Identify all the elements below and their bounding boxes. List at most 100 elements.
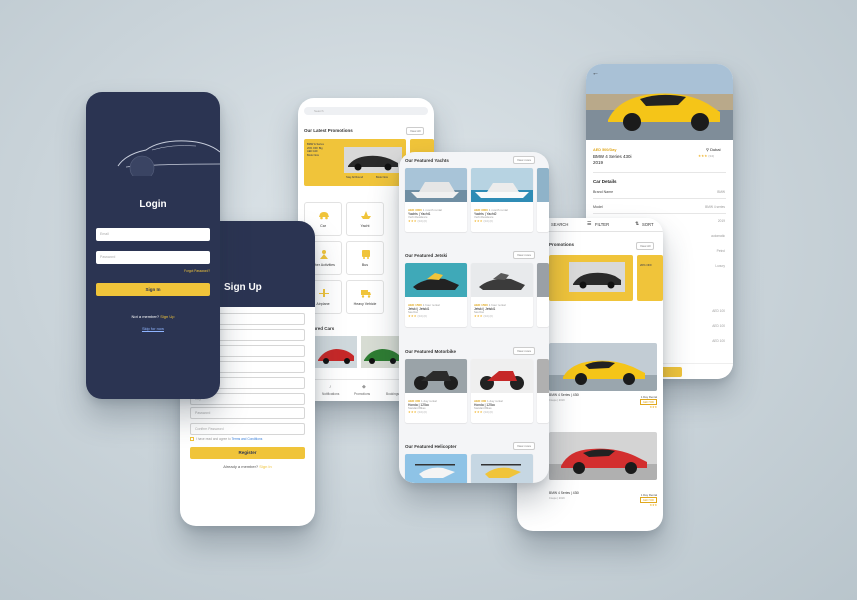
detail-row-value: automatic xyxy=(711,234,725,238)
password-input[interactable]: Password xyxy=(96,251,210,264)
sports-car-image xyxy=(344,147,402,173)
category-label: Heavy Vehicle xyxy=(353,302,377,306)
already-member-row: Already a member? Sign In xyxy=(180,464,315,469)
card-stars-value: ★★★ xyxy=(474,410,483,414)
listing-card-peek[interactable] xyxy=(537,168,549,232)
divider xyxy=(593,198,726,199)
card-stars-value: ★★★ xyxy=(408,219,417,223)
detail-stars: ★★★ xyxy=(698,154,708,158)
activities-icon xyxy=(320,250,328,259)
result-car-image[interactable] xyxy=(549,432,657,480)
listing-card[interactable]: AED 300 1 day rental Honda | 125cc Stand… xyxy=(405,359,467,423)
nav-bookings[interactable]: Bookings xyxy=(386,392,399,396)
divider xyxy=(593,172,726,173)
card-stars: ★★★ (3.0) (0) xyxy=(405,410,467,414)
yacht-icon xyxy=(361,211,371,219)
nav-bell-icon[interactable]: ♪ xyxy=(329,384,332,390)
promo-cta-2[interactable]: Book Now xyxy=(376,176,388,179)
card-rating: (3.0) (0) xyxy=(483,411,493,414)
promo-cta-1[interactable]: Stay All Round xyxy=(346,176,363,179)
login-screen: Login Email Password Forgot Password? Si… xyxy=(86,92,220,399)
listing-card[interactable]: AED 3000 1 month rental Yachts | Yacht2 … xyxy=(471,168,533,232)
forgot-password-link[interactable]: Forgot Password? xyxy=(96,269,210,273)
featured-car-image[interactable] xyxy=(361,336,403,368)
card-stars: ★★★ (3.0) (0) xyxy=(405,219,467,223)
detail-row-value: 2019 xyxy=(717,219,725,223)
listing-card-peek[interactable] xyxy=(537,359,549,423)
sign-in-button[interactable]: Sign In xyxy=(96,283,210,296)
password-field[interactable]: Password xyxy=(190,407,305,419)
card-rating: (3.0) (0) xyxy=(417,411,427,414)
nav-notifications[interactable]: Notifications xyxy=(322,392,339,396)
login-title: Login xyxy=(139,199,167,210)
result-car-image[interactable] xyxy=(549,343,657,391)
not-member-text: Not a member? xyxy=(131,314,160,319)
promo-banner[interactable]: BMW & Series 20% OFF Big AED 449 Book No… xyxy=(304,139,406,186)
view-all-button[interactable]: View All xyxy=(636,242,655,250)
jetski-image xyxy=(471,263,533,297)
search-input[interactable]: Search xyxy=(304,107,428,115)
filter-icon[interactable]: ☰ xyxy=(587,221,591,227)
filter-button[interactable]: FILTER xyxy=(595,222,609,227)
listing-card-peek[interactable] xyxy=(537,263,549,327)
card-rating: (3.0) (0) xyxy=(417,315,427,318)
skip-link[interactable]: Skip for now xyxy=(86,326,220,331)
category-bus[interactable]: Bus xyxy=(346,241,384,275)
detail-car-year: 2019 xyxy=(593,160,604,165)
view-more-button[interactable]: View more xyxy=(513,442,536,450)
detail-row-value: AED 100 xyxy=(712,339,725,343)
detail-row-value: Luxury xyxy=(715,264,725,268)
featured-car-image[interactable] xyxy=(315,336,357,368)
confirm-password-field[interactable]: Confirm Password xyxy=(190,423,305,435)
terms-checkbox[interactable] xyxy=(190,437,194,442)
nav-tag-icon[interactable]: ◆ xyxy=(362,384,366,390)
result-tag: 1 Day Rental AED 500 ★★★ xyxy=(639,395,657,409)
listing-card[interactable]: AED 300 1 day rental Honda | 125cc Stand… xyxy=(471,359,533,423)
terms-text: I have read and agree to xyxy=(196,437,231,441)
category-label: Yacht xyxy=(360,224,370,228)
listing-card[interactable] xyxy=(405,454,467,483)
view-more-button[interactable]: View more xyxy=(513,156,536,164)
detail-row-label: Brand Name xyxy=(593,190,614,194)
detail-row-value: Petrol xyxy=(716,249,725,253)
car-icon xyxy=(319,212,329,220)
airplane-icon xyxy=(319,289,329,297)
listing-card[interactable]: AED 3000 1 month rental Yachts | Yacht1 … xyxy=(405,168,467,232)
view-more-button[interactable]: View more xyxy=(513,347,536,355)
view-all-button[interactable]: View All xyxy=(406,127,425,135)
sort-icon[interactable]: ⇅ xyxy=(635,221,639,227)
card-stars: ★★★ (3.0) (0) xyxy=(471,410,533,414)
promotions-heading: Our Latest Promotions xyxy=(304,128,353,133)
listing-card[interactable] xyxy=(471,454,533,483)
sort-button[interactable]: SORT xyxy=(642,222,654,227)
helicopter-image xyxy=(405,454,467,483)
result-stars: ★★★ xyxy=(649,503,657,507)
category-yacht[interactable]: Yacht xyxy=(346,202,384,236)
detail-row-value: AED 100 xyxy=(712,309,725,313)
image-carousel-dots[interactable] xyxy=(634,133,674,151)
detail-row-value: BMW 4 series xyxy=(705,205,725,209)
signin-link[interactable]: Sign In xyxy=(259,464,271,469)
promo-banner[interactable] xyxy=(549,255,633,301)
view-more-button[interactable]: View more xyxy=(513,251,536,259)
email-input[interactable]: Email xyxy=(96,228,210,241)
card-stars: ★★★ (3.0) (0) xyxy=(471,219,533,223)
nav-promotions[interactable]: Promotions xyxy=(354,392,370,396)
search-button[interactable]: SEARCH xyxy=(551,222,568,227)
detail-location: ⚲ Dubai xyxy=(706,147,721,152)
listing-card[interactable]: AED 1500 1 hour rental Jetski | Jetski1 … xyxy=(405,263,467,327)
yacht-image xyxy=(471,168,533,202)
terms-link[interactable]: Terms and Conditions xyxy=(232,437,263,441)
register-button[interactable]: Register xyxy=(190,447,305,459)
signup-title: Sign Up xyxy=(224,282,262,293)
card-stars-value: ★★★ xyxy=(474,314,483,318)
sign-up-link[interactable]: Sign Up xyxy=(160,314,174,319)
card-stars-value: ★★★ xyxy=(474,219,483,223)
category-heavy-vehicle[interactable]: Heavy Vehicle xyxy=(346,280,384,314)
detail-rating: ★★★ (3.0) xyxy=(698,154,714,158)
promo-banner-2[interactable]: 20% OFF xyxy=(637,255,663,301)
card-stars: ★★★ (3.0) (0) xyxy=(471,314,533,318)
listing-card[interactable]: AED 1500 1 hour rental Jetski | Jetski1 … xyxy=(471,263,533,327)
location-text: Dubai xyxy=(710,147,721,152)
back-arrow-icon[interactable]: ← xyxy=(592,70,599,77)
